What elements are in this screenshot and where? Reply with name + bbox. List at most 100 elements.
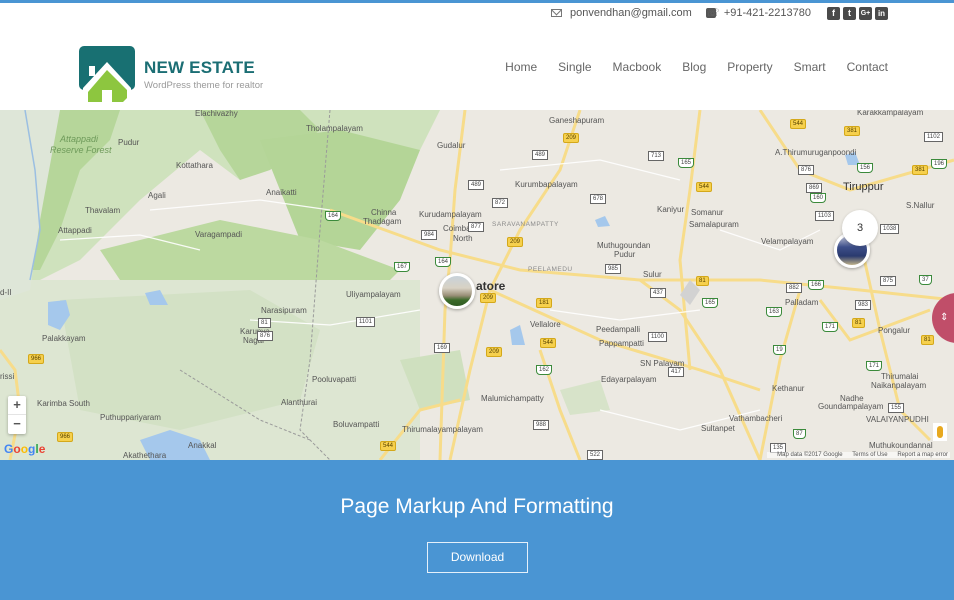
road-shield: 544 xyxy=(540,338,557,348)
nav-blog[interactable]: Blog xyxy=(682,60,706,74)
zoom-out-button[interactable]: − xyxy=(8,415,26,434)
city-label-coimbatore: atore xyxy=(476,279,506,293)
road-shield: 713 xyxy=(648,151,665,161)
nav-macbook[interactable]: Macbook xyxy=(613,60,662,74)
map-label: Vellalore xyxy=(530,320,561,329)
road-shield: 1100 xyxy=(648,332,667,342)
road-shield: 544 xyxy=(790,119,807,129)
envelope-icon xyxy=(550,9,562,17)
terms-link[interactable]: Terms of Use xyxy=(852,452,887,458)
road-shield: 381 xyxy=(912,165,929,175)
cta-banner: Page Markup And Formatting Download xyxy=(0,460,954,600)
map-label: rissi xyxy=(0,372,15,381)
road-shield: 437 xyxy=(650,288,667,298)
road-shield: 489 xyxy=(468,180,485,190)
road-shield: 882 xyxy=(786,283,803,293)
map-label: Boluvampatti xyxy=(333,420,380,429)
google-logo[interactable]: Google xyxy=(4,442,45,456)
road-shield: 983 xyxy=(855,300,872,310)
report-error-link[interactable]: Report a map error xyxy=(897,452,948,458)
contact-email[interactable]: ponvendhan@gmail.com xyxy=(550,7,692,19)
map-label: d-II xyxy=(0,288,12,297)
zoom-in-button[interactable]: + xyxy=(8,396,26,415)
linkedin-icon[interactable]: in xyxy=(875,6,888,20)
road-shield: 163 xyxy=(766,307,783,317)
road-shield: 81 xyxy=(258,318,271,328)
road-shield: 165 xyxy=(702,298,719,308)
road-shield: 196 xyxy=(931,159,948,169)
road-shield: 966 xyxy=(28,354,45,364)
map-label: Malumichampatty xyxy=(481,394,544,403)
map-label: Thavalam xyxy=(85,206,121,215)
map-label: Agali xyxy=(148,191,166,200)
road-shield: 985 xyxy=(605,264,622,274)
road-shield: 489 xyxy=(532,150,549,160)
map-label: Thirumalayampalayam xyxy=(402,425,483,434)
road-shield: 164 xyxy=(435,257,452,267)
map-label: Vathambacheri xyxy=(729,414,783,423)
brand-tagline: WordPress theme for realtor xyxy=(144,80,264,91)
property-map[interactable]: Elachivazhy Attappadi Reserve Forest Pud… xyxy=(0,110,954,460)
road-shield: 869 xyxy=(806,183,823,193)
download-button[interactable]: Download xyxy=(427,542,528,573)
property-marker[interactable] xyxy=(439,273,475,309)
brand-name[interactable]: NEW ESTATE xyxy=(144,58,263,78)
road-shield: 417 xyxy=(668,367,685,377)
map-label: Kaniyur xyxy=(657,205,685,214)
road-shield: 544 xyxy=(380,441,397,451)
contact-phone: ☏ +91-421-2213780 xyxy=(705,7,811,19)
map-label: Pudur xyxy=(118,138,140,147)
site-header: NEW ESTATE WordPress theme for realtor H… xyxy=(0,22,954,110)
road-shield: 162 xyxy=(536,365,553,375)
house-logo-icon[interactable] xyxy=(79,46,135,102)
road-shield: 164 xyxy=(325,211,342,221)
map-label: Varagampadi xyxy=(195,230,242,239)
map-label: Puthuppariyaram xyxy=(100,413,161,422)
main-nav: Home Single Macbook Blog Property Smart … xyxy=(484,60,888,74)
road-shield: 988 xyxy=(533,420,550,430)
road-shield: 209 xyxy=(507,237,524,247)
road-shield: 171 xyxy=(822,322,839,332)
google-plus-icon[interactable]: G+ xyxy=(859,6,872,20)
road-shield: 209 xyxy=(486,347,503,357)
top-contact-bar: ponvendhan@gmail.com ☏ +91-421-2213780 f… xyxy=(550,4,888,22)
road-shield: 1103 xyxy=(815,211,834,221)
map-label: Narasipuram xyxy=(261,306,307,315)
map-label: Edayarpalayam xyxy=(601,375,657,384)
map-label: Gudalur xyxy=(437,141,466,150)
map-label: Reserve Forest xyxy=(50,145,112,155)
map-label: Pongalur xyxy=(878,326,911,335)
map-label: Sultanpet xyxy=(701,424,735,433)
social-links: f t G+ in xyxy=(827,6,888,20)
road-shield: 155 xyxy=(888,403,905,413)
nav-smart[interactable]: Smart xyxy=(794,60,826,74)
map-label: Pooluvapatti xyxy=(312,375,357,384)
map-label: VALAIYANPUDHI xyxy=(866,415,929,424)
facebook-icon[interactable]: f xyxy=(827,6,840,20)
nav-contact[interactable]: Contact xyxy=(847,60,888,74)
marker-cluster[interactable]: 3 xyxy=(842,210,878,246)
brand[interactable]: NEW ESTATE WordPress theme for realtor xyxy=(144,58,263,91)
road-shield: 165 xyxy=(678,158,695,168)
street-view-pegman-icon[interactable] xyxy=(933,423,947,441)
nav-home[interactable]: Home xyxy=(505,60,537,74)
road-shield: 1101 xyxy=(356,317,375,327)
map-label: Palakkayam xyxy=(42,334,86,343)
twitter-icon[interactable]: t xyxy=(843,6,856,20)
map-label: Ganeshapuram xyxy=(549,116,605,125)
map-label: Tiruppur xyxy=(843,181,884,193)
map-label: Kethanur xyxy=(772,384,805,393)
road-shield: 876 xyxy=(798,165,815,175)
map-label: Kurumbapalayam xyxy=(515,180,578,189)
road-shield: 1038 xyxy=(880,224,900,234)
road-shield: 87 xyxy=(793,429,806,439)
map-label: Chinna xyxy=(371,208,397,217)
map-label: S.Nallur xyxy=(906,201,935,210)
nav-property[interactable]: Property xyxy=(727,60,772,74)
map-label: Uliyampalayam xyxy=(346,290,401,299)
road-shield: 156 xyxy=(857,163,874,173)
nav-single[interactable]: Single xyxy=(558,60,591,74)
map-label: Anakkal xyxy=(188,441,217,450)
email-text[interactable]: ponvendhan@gmail.com xyxy=(570,7,692,19)
road-shield: 209 xyxy=(563,133,580,143)
